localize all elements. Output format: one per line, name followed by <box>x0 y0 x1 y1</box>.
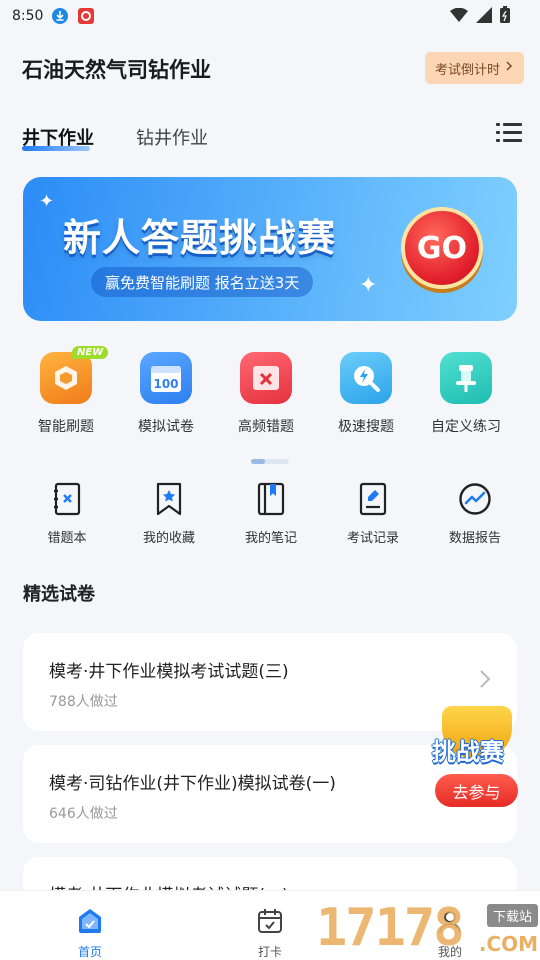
calendar-icon <box>256 907 284 939</box>
watermark-tag: 下载站 <box>486 904 538 927</box>
tab-drilling-operation[interactable]: 钻井作业 <box>136 124 208 150</box>
quick-search-icon <box>340 352 392 404</box>
challenge-banner[interactable]: ✦ ✦ 新人答题挑战赛 赢免费智能刷题 报名立送3天 GO <box>23 177 517 321</box>
header: 石油天然气司钻作业 考试倒计时 <box>22 52 524 86</box>
tool-label: 我的笔记 <box>244 531 297 546</box>
paper-title: 模考·司钻作业(井下作业)模拟试卷(一) <box>49 774 336 794</box>
feature-label: 高频错题 <box>238 419 294 435</box>
page-title: 石油天然气司钻作业 <box>22 58 211 82</box>
frequent-mistakes-icon <box>240 352 292 404</box>
exam-countdown-button[interactable]: 考试倒计时 <box>424 52 524 84</box>
feature-grid: NEW 智能刷题 100 模拟试卷 高频错题 极速搜题 自定义练习 <box>16 346 516 442</box>
section-title-featured-papers: 精选试卷 <box>23 584 95 605</box>
feature-frequent-mistakes[interactable]: 高频错题 <box>216 352 316 442</box>
feature-label: 自定义练习 <box>431 419 501 435</box>
notes-icon <box>254 482 288 516</box>
banner-subtitle: 赢免费智能刷题 报名立送3天 <box>91 267 314 297</box>
exam-record-icon <box>356 482 390 516</box>
site-watermark: 17178 下载站 .COM <box>316 898 540 960</box>
tool-my-favorites[interactable]: 我的收藏 <box>118 482 220 548</box>
nav-label: 首页 <box>77 945 102 959</box>
tool-grid: 错题本 我的收藏 我的笔记 考试记录 数据报告 <box>16 482 526 548</box>
mistake-book-icon <box>50 482 84 516</box>
promo-title: 挑战赛 <box>432 738 504 766</box>
feature-pager <box>251 459 289 464</box>
home-icon <box>76 907 104 939</box>
feature-label: 智能刷题 <box>38 419 94 435</box>
feature-label: 模拟试卷 <box>138 419 194 435</box>
status-bar: 8:50 <box>0 0 540 32</box>
paper-participants: 788人做过 <box>49 694 118 710</box>
tool-mistake-book[interactable]: 错题本 <box>16 482 118 548</box>
join-challenge-button[interactable]: 去参与 <box>435 774 518 807</box>
download-notification-icon <box>51 7 69 25</box>
feature-quick-search[interactable]: 极速搜题 <box>316 352 416 442</box>
mock-exam-icon: 100 <box>140 352 192 404</box>
wifi-icon <box>450 7 468 26</box>
status-time: 8:50 <box>12 8 44 24</box>
chevron-right-icon <box>504 60 514 76</box>
feature-smart-practice[interactable]: NEW 智能刷题 <box>16 346 116 442</box>
sparkle-icon: ✦ <box>359 273 378 298</box>
watermark-number: 17178 <box>316 898 465 958</box>
watermark-domain: .COM <box>478 932 538 956</box>
nav-label: 打卡 <box>257 945 282 959</box>
paper-participants: 646人做过 <box>49 806 118 822</box>
new-badge: NEW <box>72 346 109 359</box>
countdown-label: 考试倒计时 <box>434 62 500 78</box>
challenge-float-promo[interactable]: 挑战赛 去参与 <box>430 702 522 810</box>
banner-go-button[interactable]: GO <box>401 207 483 289</box>
tool-exam-records[interactable]: 考试记录 <box>322 482 424 548</box>
feature-label: 极速搜题 <box>338 419 394 435</box>
category-tabs: 井下作业 钻井作业 <box>22 120 522 156</box>
mock-exam-icon-text: 100 <box>153 377 178 391</box>
tool-label: 我的收藏 <box>142 531 195 546</box>
nav-home[interactable]: 首页 <box>0 891 180 960</box>
banner-title: 新人答题挑战赛 <box>63 216 337 260</box>
data-report-icon <box>458 482 492 516</box>
tool-label: 考试记录 <box>346 531 399 546</box>
tool-data-report[interactable]: 数据报告 <box>424 482 526 548</box>
tool-label: 数据报告 <box>448 531 501 546</box>
smart-practice-icon <box>40 352 92 404</box>
battery-icon <box>500 6 510 27</box>
menu-list-icon[interactable] <box>496 122 522 144</box>
feature-mock-exam[interactable]: 100 模拟试卷 <box>116 352 216 442</box>
custom-practice-icon <box>440 352 492 404</box>
feature-custom-practice[interactable]: 自定义练习 <box>416 352 516 442</box>
tool-my-notes[interactable]: 我的笔记 <box>220 482 322 548</box>
tool-label: 错题本 <box>47 531 87 546</box>
chevron-right-icon <box>479 669 491 693</box>
bookmark-icon <box>152 482 186 516</box>
pager-active-dot <box>251 459 265 464</box>
signal-icon <box>476 6 492 27</box>
paper-title: 模考·井下作业模拟考试试题(三) <box>49 662 289 682</box>
active-tab-indicator <box>22 146 90 151</box>
sparkle-icon: ✦ <box>39 191 55 212</box>
app-notification-icon <box>77 7 95 25</box>
